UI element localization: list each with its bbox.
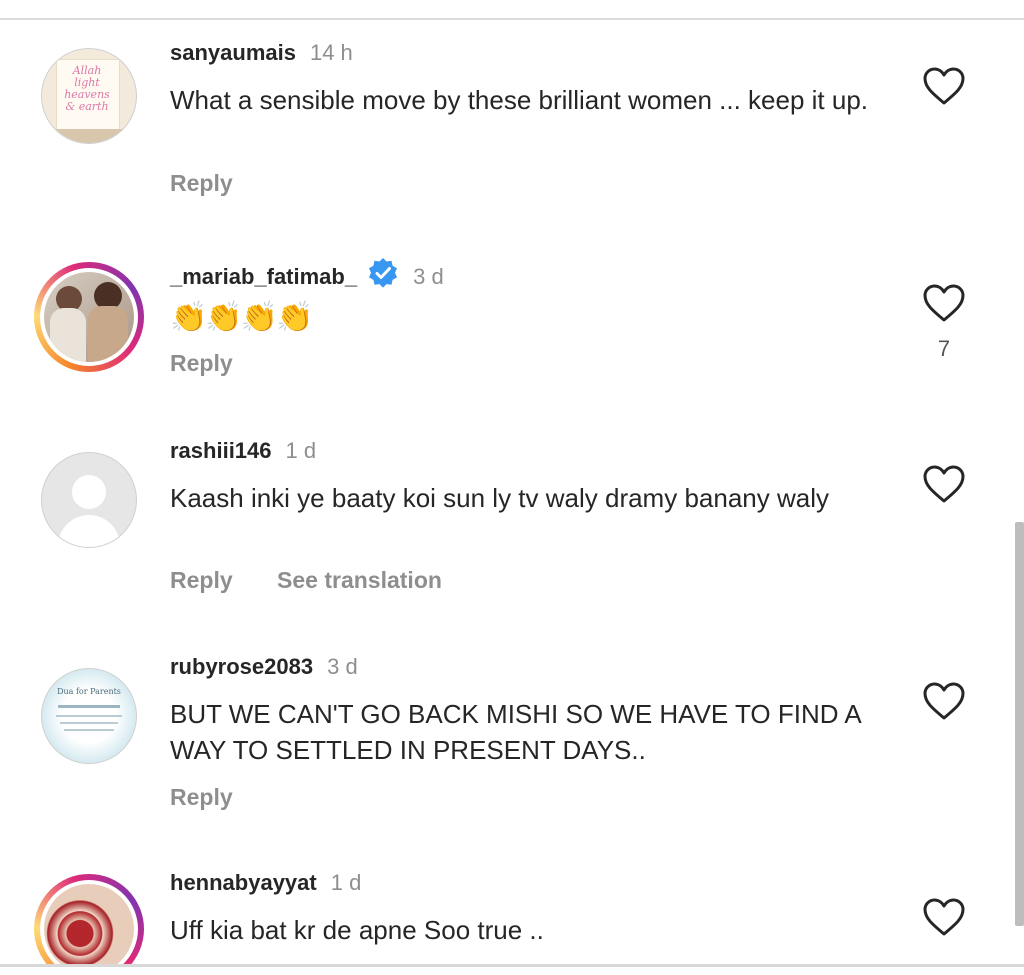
- reply-button[interactable]: Reply: [170, 170, 233, 196]
- comment-text: Uff kia bat kr de apne Soo true ..: [170, 915, 544, 945]
- comment-username[interactable]: _mariab_fatimab_ 3 d: [170, 257, 444, 290]
- avatar[interactable]: [34, 262, 144, 372]
- see-translation-button[interactable]: See translation: [277, 567, 442, 593]
- comment-actions: Reply: [170, 170, 271, 197]
- comment-actions: Reply See translation: [170, 567, 480, 594]
- comment-time: 1 d: [330, 870, 362, 895]
- comment-text: What a sensible move by these brilliant …: [170, 85, 869, 115]
- reply-button[interactable]: Reply: [170, 350, 233, 376]
- username-text[interactable]: _mariab_fatimab_: [170, 264, 357, 289]
- heart-outline-icon[interactable]: [922, 464, 966, 504]
- avatar-artwork-text: Allah light heavens & earth: [64, 64, 110, 113]
- username-text[interactable]: rashiii146: [170, 438, 272, 463]
- bottom-divider: [0, 964, 1024, 967]
- comment-text: Kaash inki ye baaty koi sun ly tv waly d…: [170, 483, 829, 513]
- scrollbar[interactable]: [1015, 522, 1024, 926]
- avatar[interactable]: [34, 874, 144, 964]
- comment-username[interactable]: sanyaumais 14 h: [170, 40, 353, 66]
- comment-username[interactable]: hennabyayyat 1 d: [170, 870, 361, 896]
- username-text[interactable]: rubyrose2083: [170, 654, 313, 679]
- comment-time: 1 d: [285, 438, 317, 463]
- avatar[interactable]: [34, 445, 144, 555]
- verified-badge-icon: [369, 258, 398, 288]
- comment-text: 👏👏👏👏: [170, 301, 313, 334]
- reply-button[interactable]: Reply: [170, 784, 233, 810]
- username-text[interactable]: hennabyayyat: [170, 870, 317, 895]
- heart-outline-icon[interactable]: [922, 897, 966, 937]
- like-count: 7: [937, 336, 951, 361]
- comment-text: BUT WE CAN'T GO BACK MISHI SO WE HAVE TO…: [170, 699, 861, 765]
- comment-username[interactable]: rubyrose2083 3 d: [170, 654, 358, 680]
- heart-outline-icon[interactable]: [922, 283, 966, 323]
- comment-username[interactable]: rashiii146 1 d: [170, 438, 316, 464]
- avatar[interactable]: Allah light heavens & earth: [34, 41, 144, 151]
- avatar-artwork-text: Dua for Parents: [57, 687, 121, 696]
- comment-time: 14 h: [309, 40, 353, 65]
- comment-time: 3 d: [413, 264, 444, 289]
- comment-actions: Reply: [170, 784, 271, 811]
- comment-list: Allah light heavens & earth sanyaumais 14…: [0, 0, 1024, 975]
- heart-outline-icon[interactable]: [922, 66, 966, 106]
- avatar[interactable]: Dua for Parents: [34, 661, 144, 771]
- reply-button[interactable]: Reply: [170, 567, 233, 593]
- comment-actions: Reply: [170, 350, 271, 377]
- username-text[interactable]: sanyaumais: [170, 40, 296, 65]
- heart-outline-icon[interactable]: [922, 681, 966, 721]
- comment-time: 3 d: [327, 654, 358, 679]
